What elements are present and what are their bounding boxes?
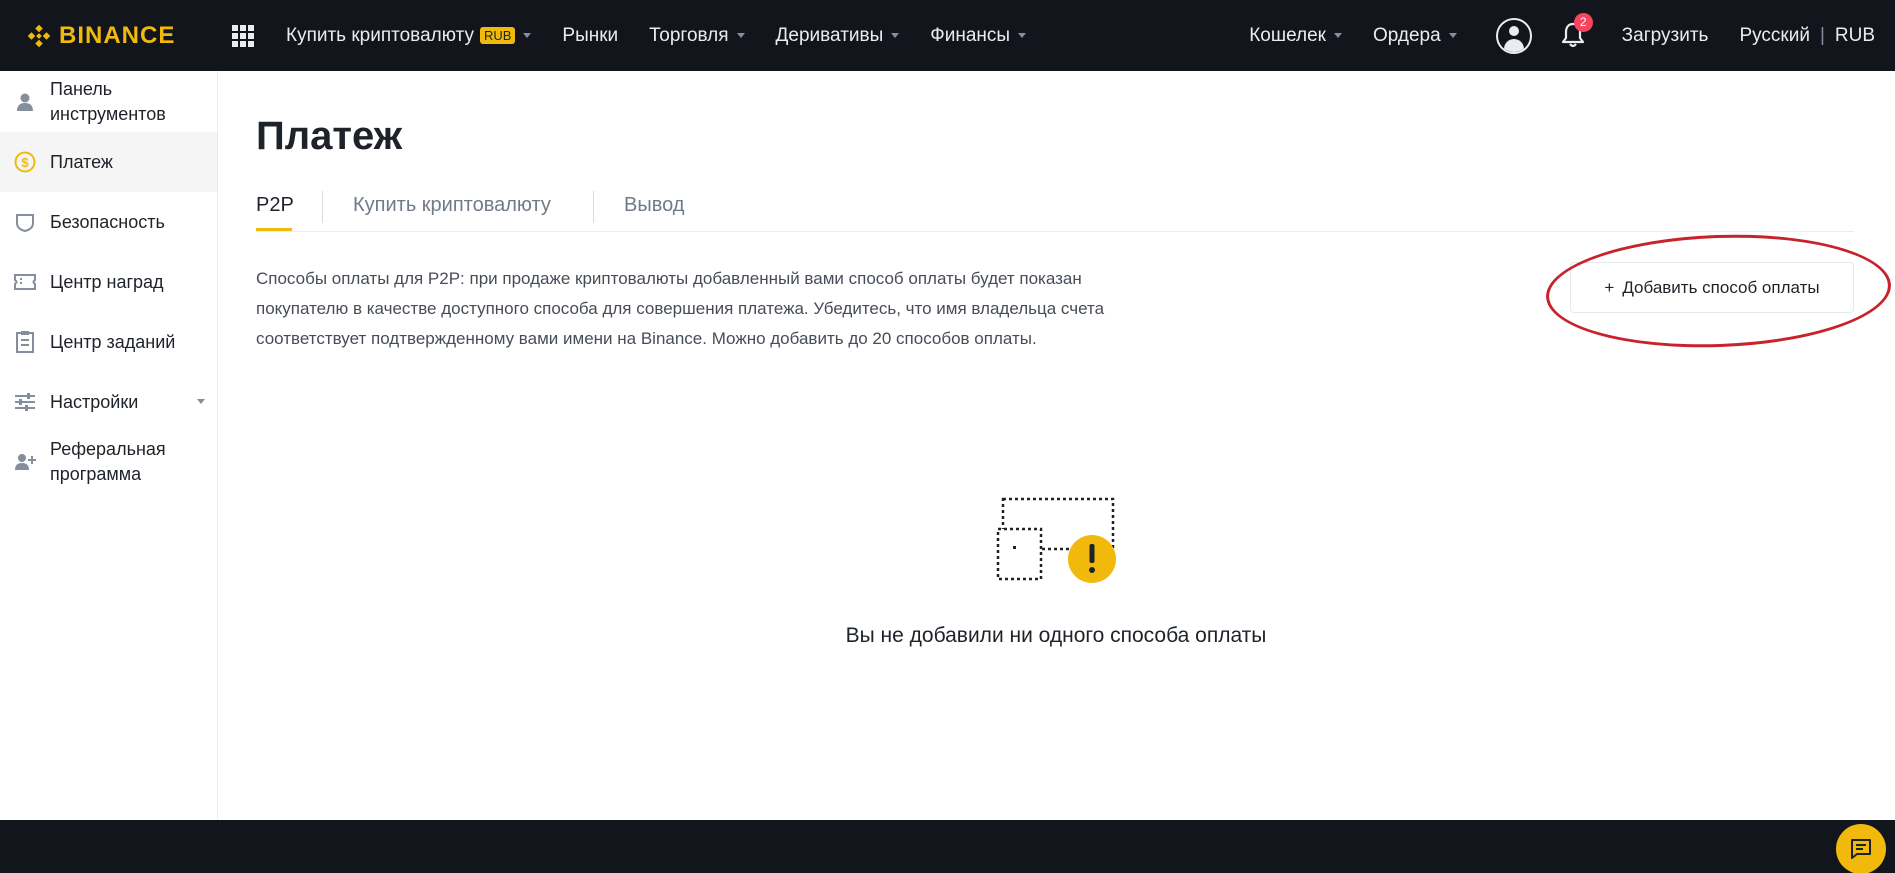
nav-finance-label: Финансы — [930, 24, 1011, 46]
nav-buy-crypto-label: Купить криптовалюту — [286, 24, 474, 46]
svg-text:$: $ — [21, 155, 29, 170]
sidebar-item-label: Платеж — [50, 151, 113, 172]
chat-support-button[interactable] — [1836, 824, 1886, 873]
chevron-down-icon — [197, 399, 205, 404]
nav-language-currency[interactable]: Русский | RUB — [1739, 25, 1875, 47]
sidebar-item-payment[interactable]: $ Платеж — [0, 132, 217, 192]
nav-orders-label: Ордера — [1372, 24, 1441, 46]
tabs-divider-line — [256, 231, 1854, 232]
tab-p2p[interactable]: P2P — [256, 194, 294, 217]
nav-download-label: Загрузить — [1621, 24, 1709, 46]
chevron-down-icon — [1333, 33, 1342, 38]
sidebar-item-label: Настройки — [50, 391, 139, 412]
add-payment-method-button[interactable]: + Добавить способ оплаты — [1570, 262, 1854, 313]
sidebar-item-security[interactable]: Безопасность — [0, 192, 217, 252]
notification-count-badge: 2 — [1573, 12, 1593, 32]
sliders-icon — [12, 389, 38, 415]
ticket-icon — [12, 269, 38, 295]
tab-withdraw[interactable]: Вывод — [624, 194, 684, 217]
tab-buy-crypto[interactable]: Купить криптовалюту — [353, 194, 551, 217]
sidebar: Панель инструментов $ Платеж Безопасност… — [0, 71, 218, 820]
nav-finance[interactable]: Финансы — [930, 24, 1027, 47]
chat-icon — [1851, 839, 1871, 859]
chevron-down-icon — [736, 33, 745, 38]
sidebar-item-label: Панель инструментов — [50, 78, 166, 124]
currency-badge: RUB — [479, 27, 516, 44]
sidebar-item-dashboard[interactable]: Панель инструментов — [0, 71, 217, 132]
add-payment-method-label: Добавить способ оплаты — [1622, 277, 1820, 297]
sidebar-item-settings[interactable]: Настройки — [0, 372, 217, 432]
shield-icon — [12, 209, 38, 235]
sidebar-item-tasks[interactable]: Центр заданий — [0, 312, 217, 372]
sidebar-item-referral[interactable]: Реферальная программа — [0, 432, 217, 492]
sidebar-item-label: Реферальная программа — [50, 439, 166, 484]
empty-payment-warning-icon — [996, 497, 1116, 583]
nav-orders[interactable]: Ордера — [1373, 25, 1457, 47]
nav-currency-label: RUB — [1834, 24, 1875, 46]
apps-grid-icon[interactable] — [232, 24, 254, 47]
nav-wallet-label: Кошелек — [1249, 24, 1326, 46]
plus-icon: + — [1604, 277, 1615, 297]
footer-strip — [0, 820, 1895, 873]
tab-divider — [593, 191, 594, 223]
brand-name: BINANCE — [59, 21, 176, 49]
clipboard-icon — [12, 329, 38, 355]
dollar-coin-icon: $ — [12, 149, 38, 175]
nav-trade[interactable]: Торговля — [649, 24, 745, 47]
sidebar-item-rewards[interactable]: Центр наград — [0, 252, 217, 312]
nav-markets-label: Рынки — [562, 24, 619, 46]
profile-icon[interactable] — [1495, 17, 1532, 54]
nav-wallet[interactable]: Кошелек — [1249, 25, 1342, 47]
empty-state-message: Вы не добавили ни одного способа оплаты — [845, 624, 1267, 647]
chevron-down-icon — [1448, 33, 1457, 38]
top-navbar: BINANCE Купить криптовалюту RUB Рынки То… — [0, 0, 1895, 71]
binance-logo[interactable]: BINANCE — [24, 21, 184, 51]
add-user-icon — [12, 449, 38, 475]
user-icon — [12, 89, 38, 115]
nav-markets[interactable]: Рынки — [562, 25, 618, 47]
nav-derivatives-label: Деривативы — [775, 24, 884, 46]
notifications-button[interactable]: 2 — [1560, 12, 1593, 51]
chevron-down-icon — [891, 33, 900, 38]
sidebar-item-label: Безопасность — [50, 211, 165, 232]
nav-derivatives[interactable]: Деривативы — [776, 25, 900, 47]
chevron-down-icon — [523, 33, 532, 38]
tab-divider — [322, 191, 323, 223]
sidebar-item-label: Центр наград — [50, 271, 164, 292]
nav-buy-crypto[interactable]: Купить криптовалюту RUB — [286, 24, 532, 47]
payment-methods-description: Способы оплаты для P2P: при продаже крип… — [256, 269, 1105, 348]
chevron-down-icon — [1018, 33, 1027, 38]
nav-language-label: Русский — [1739, 24, 1810, 46]
page-title: Платеж — [256, 114, 403, 158]
binance-logo-icon — [27, 24, 51, 47]
nav-trade-label: Торговля — [649, 24, 729, 46]
sidebar-item-label: Центр заданий — [50, 331, 176, 352]
nav-download[interactable]: Загрузить — [1622, 25, 1709, 47]
nav-separator: | — [1819, 24, 1825, 46]
